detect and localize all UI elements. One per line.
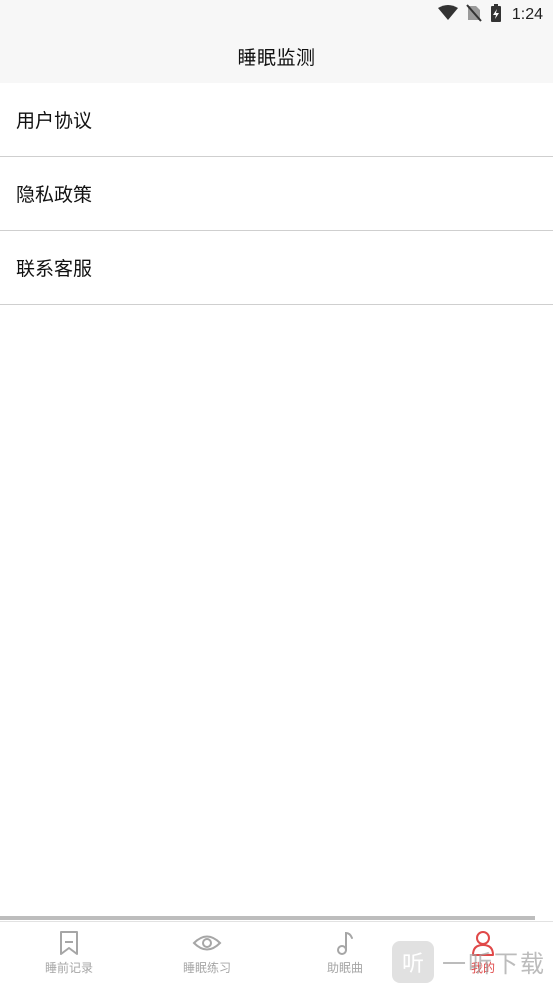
tab-sleep-practice[interactable]: 睡眠练习	[138, 922, 276, 983]
tab-mine[interactable]: 我的	[414, 922, 552, 983]
menu-item-label: 用户协议	[16, 110, 93, 132]
tab-label: 睡眠练习	[182, 961, 231, 975]
scroll-indicator	[0, 916, 535, 920]
app-bar: 睡眠监测	[0, 30, 553, 83]
bottom-tab-bar: 睡前记录 睡眠练习 助眠曲 我的	[0, 921, 553, 983]
tab-sleep-record[interactable]: 睡前记录	[0, 922, 138, 983]
bookmark-icon	[58, 930, 80, 956]
tab-label: 助眠曲	[326, 961, 363, 975]
menu-item-user-agreement[interactable]: 用户协议	[0, 83, 553, 157]
menu-item-label: 隐私政策	[16, 184, 93, 206]
battery-charging-icon	[490, 4, 502, 26]
tab-label: 睡前记录	[44, 961, 93, 975]
menu-item-privacy-policy[interactable]: 隐私政策	[0, 157, 553, 231]
page-title: 睡眠监测	[237, 47, 316, 69]
menu-item-label: 联系客服	[16, 258, 93, 280]
settings-menu-list: 用户协议 隐私政策 联系客服	[0, 83, 553, 305]
no-sim-icon	[466, 4, 482, 26]
menu-item-contact-support[interactable]: 联系客服	[0, 231, 553, 305]
person-icon	[471, 930, 495, 956]
tab-sleep-music[interactable]: 助眠曲	[276, 922, 414, 983]
eye-icon	[192, 930, 222, 956]
wifi-icon	[437, 5, 458, 25]
tab-label: 我的	[470, 961, 495, 975]
status-time: 1:24	[511, 6, 543, 23]
status-icons: 1:24	[437, 4, 543, 26]
status-bar: 1:24	[0, 0, 553, 30]
music-note-icon	[334, 930, 356, 956]
